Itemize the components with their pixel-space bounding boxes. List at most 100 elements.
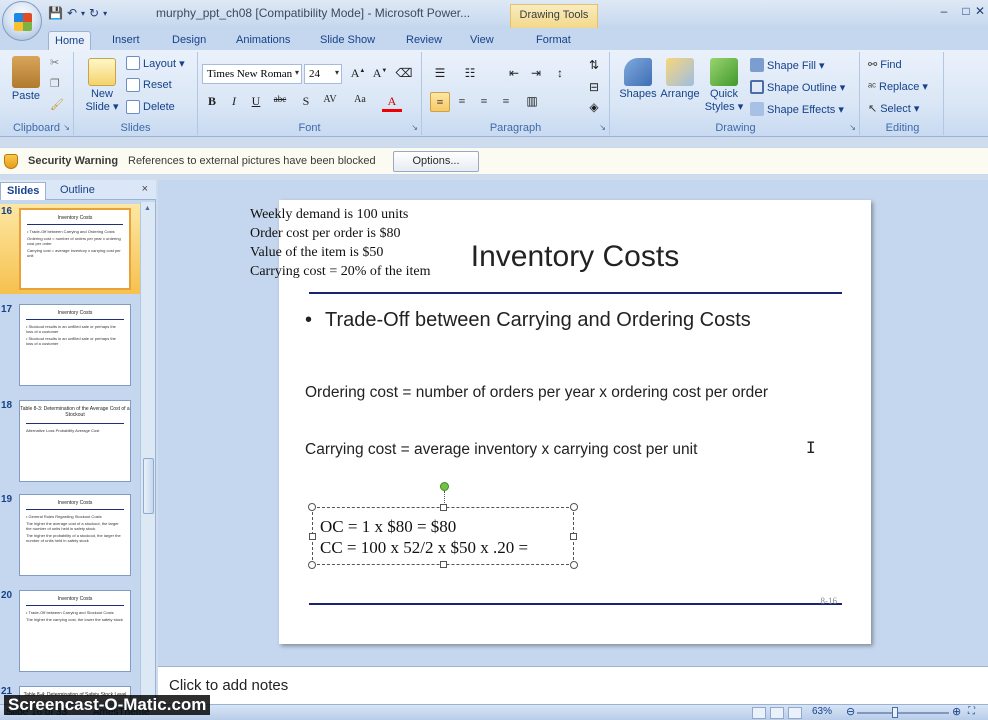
quick-styles-button[interactable]: Quick Styles ▾ (702, 58, 746, 113)
zoom-slider[interactable] (857, 712, 949, 714)
tab-slides[interactable]: Slides (0, 182, 47, 200)
font-size-combo[interactable]: 24 ▾ (304, 64, 342, 84)
thumbnail-row-17[interactable]: 17 Inventory Costs • Stockout results in… (0, 302, 140, 390)
tab-home[interactable]: Home (48, 31, 92, 50)
clear-formatting-icon[interactable]: ⌫ (394, 64, 414, 84)
italic-icon[interactable]: I (224, 92, 244, 112)
tab-view[interactable]: View (464, 31, 500, 50)
slides-pane-scrollbar[interactable]: ▲ (140, 202, 155, 700)
tab-insert[interactable]: Insert (106, 31, 146, 50)
fit-to-window-icon[interactable]: ⛶ (968, 706, 975, 717)
find-button[interactable]: ⚯ Find (868, 58, 902, 72)
shapes-button[interactable]: Shapes (616, 58, 660, 100)
zoom-level[interactable]: 63% (812, 706, 832, 717)
decrease-indent-icon[interactable]: ⇤ (504, 64, 524, 84)
ordering-cost-text[interactable]: Ordering cost = number of orders per yea… (305, 384, 768, 402)
bullets-icon[interactable]: ☰ (430, 64, 450, 84)
strikethrough-icon[interactable]: abc (270, 92, 290, 112)
align-text-icon[interactable]: ⊟ (584, 78, 604, 98)
notes-placeholder[interactable]: Click to add notes (169, 677, 288, 694)
carrying-cost-text[interactable]: Carrying cost = average inventory x carr… (305, 441, 697, 459)
format-painter-button[interactable]: 🖌 (50, 98, 64, 111)
replace-button[interactable]: ᵃᶜ Replace ▾ (868, 80, 928, 94)
thumbnail-row-20[interactable]: 20 Inventory Costs • Trade-Off between C… (0, 588, 140, 676)
layout-button[interactable]: Layout ▾ (126, 56, 185, 70)
shape-outline-button[interactable]: Shape Outline ▾ (750, 80, 845, 94)
bullet-point[interactable]: • Trade-Off between Carrying and Ordering… (305, 309, 751, 332)
undo-icon[interactable]: ↶ (67, 6, 77, 20)
slide-show-icon[interactable] (788, 707, 802, 719)
tab-slide-show[interactable]: Slide Show (314, 31, 381, 50)
shape-fill-button[interactable]: Shape Fill ▾ (750, 58, 825, 72)
change-case-icon[interactable]: Aa (350, 92, 370, 112)
tab-format[interactable]: Format (530, 31, 577, 50)
align-left-icon[interactable]: ≡ (430, 92, 450, 112)
tab-design[interactable]: Design (166, 31, 212, 50)
selected-textbox[interactable]: OC = 1 x $80 = $80 CC = 100 x 52/2 x $50… (308, 503, 578, 569)
character-spacing-icon[interactable]: AV (320, 92, 340, 112)
arrange-button[interactable]: Arrange (658, 58, 702, 100)
cut-button[interactable]: ✂ (50, 56, 59, 69)
delete-button[interactable]: Delete (126, 100, 175, 114)
minimize-button[interactable]: – (934, 4, 954, 20)
redo-icon[interactable]: ↻ (89, 6, 99, 20)
align-center-icon[interactable]: ≡ (452, 92, 472, 112)
save-icon[interactable]: 💾 (48, 6, 63, 20)
font-color-icon[interactable]: A (382, 92, 402, 112)
dialog-launcher-icon[interactable]: ↘ (599, 123, 606, 132)
resize-handle[interactable] (440, 504, 447, 511)
grow-font-icon[interactable]: A▲ (348, 64, 368, 84)
normal-view-icon[interactable] (752, 707, 766, 719)
tab-review[interactable]: Review (400, 31, 448, 50)
bold-icon[interactable]: B (202, 92, 222, 112)
options-button[interactable]: Options... (393, 151, 479, 172)
text-shadow-icon[interactable]: S (296, 92, 316, 112)
columns-icon[interactable]: ▥ (522, 92, 542, 112)
slide-thumbnail[interactable]: Inventory Costs • Trade-Off between Carr… (19, 590, 131, 672)
text-direction-icon[interactable]: ⇅ (584, 56, 604, 76)
scrollbar-thumb[interactable] (143, 458, 154, 514)
smartart-icon[interactable]: ◈ (584, 98, 604, 118)
zoom-slider-thumb[interactable] (892, 707, 898, 718)
underline-icon[interactable]: U (246, 92, 266, 112)
copy-button[interactable]: ❐ (50, 77, 60, 90)
zoom-out-icon[interactable]: ⊖ (846, 705, 855, 718)
scroll-up-icon[interactable]: ▲ (144, 205, 151, 212)
zoom-in-icon[interactable]: ⊕ (952, 705, 961, 718)
thumbnail-row-18[interactable]: 18 Table 8-3: Determination of the Avera… (0, 398, 140, 486)
line-spacing-icon[interactable]: ↕ (550, 64, 570, 84)
thumbnail-row-16[interactable]: 16 Inventory Costs • Trade-Off between C… (0, 204, 140, 294)
font-name-combo[interactable]: Times New Roman ▾ (202, 64, 302, 84)
dialog-launcher-icon[interactable]: ↘ (849, 123, 856, 132)
shrink-font-icon[interactable]: A▼ (370, 64, 390, 84)
resize-handle[interactable] (308, 503, 316, 511)
slide-sorter-icon[interactable] (770, 707, 784, 719)
justify-icon[interactable]: ≡ (496, 92, 516, 112)
textbox-content[interactable]: OC = 1 x $80 = $80 CC = 100 x 52/2 x $50… (320, 516, 528, 558)
numbering-icon[interactable]: ☷ (460, 64, 480, 84)
resize-handle[interactable] (440, 561, 447, 568)
tab-outline[interactable]: Outline (54, 182, 101, 200)
close-icon[interactable]: × (142, 183, 148, 195)
increase-indent-icon[interactable]: ⇥ (526, 64, 546, 84)
undo-dropdown-icon[interactable]: ▾ (81, 9, 85, 18)
qat-customize-icon[interactable]: ▾ (103, 9, 107, 18)
resize-handle[interactable] (570, 533, 577, 540)
slide-thumbnail[interactable]: Inventory Costs • Stockout results in an… (19, 304, 131, 386)
slide-thumbnail[interactable]: Inventory Costs • Trade-Off between Carr… (19, 208, 131, 290)
thumbnail-row-19[interactable]: 19 Inventory Costs • General Rules Regar… (0, 492, 140, 580)
notes-pane[interactable]: Click to add notes (158, 666, 988, 704)
resize-handle[interactable] (570, 503, 578, 511)
overlay-textbox[interactable]: Weekly demand is 100 units Order cost pe… (250, 205, 431, 281)
align-right-icon[interactable]: ≡ (474, 92, 494, 112)
resize-handle[interactable] (308, 561, 316, 569)
office-button[interactable] (2, 1, 42, 41)
new-slide-button[interactable]: New Slide ▾ (82, 58, 122, 113)
select-button[interactable]: ↖ Select ▾ (868, 102, 919, 115)
close-button[interactable]: ✕ (970, 4, 988, 20)
dialog-launcher-icon[interactable]: ↘ (63, 123, 70, 132)
shape-effects-button[interactable]: Shape Effects ▾ (750, 102, 844, 116)
rotate-handle[interactable] (440, 482, 449, 491)
slide-thumbnail[interactable]: Inventory Costs • General Rules Regardin… (19, 494, 131, 576)
dialog-launcher-icon[interactable]: ↘ (411, 123, 418, 132)
